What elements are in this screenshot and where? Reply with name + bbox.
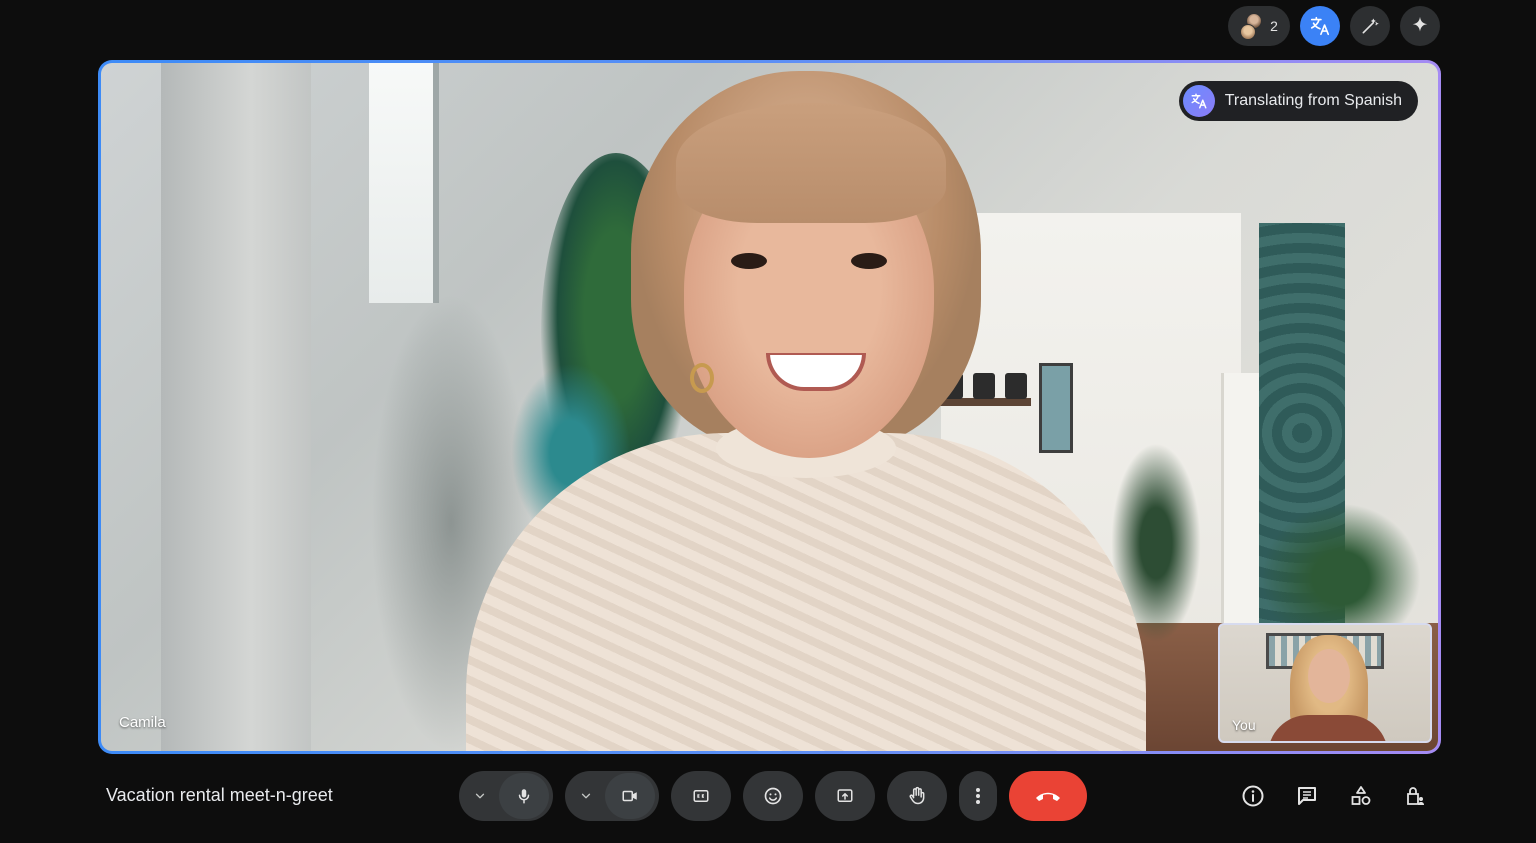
people-button[interactable]: 2 (1228, 6, 1290, 46)
captions-button[interactable] (671, 771, 731, 821)
side-panel-buttons (1238, 778, 1430, 814)
self-view-tile[interactable]: You (1218, 623, 1432, 743)
closed-captions-icon (691, 787, 711, 805)
more-vert-icon (975, 787, 981, 805)
magic-wand-icon (1360, 16, 1380, 36)
effects-button[interactable] (1350, 6, 1390, 46)
chat-icon (1295, 784, 1319, 808)
leave-call-button[interactable] (1009, 771, 1087, 821)
self-view-label: You (1232, 717, 1256, 733)
microphone-icon (515, 786, 533, 806)
speaker-person (466, 63, 1146, 751)
camera-button[interactable] (605, 773, 655, 819)
call-end-icon (1034, 789, 1062, 803)
top-toolbar: 2 (1228, 6, 1440, 46)
translate-button[interactable] (1300, 6, 1340, 46)
activities-button[interactable] (1346, 778, 1376, 814)
translate-icon (1309, 15, 1331, 37)
chat-button[interactable] (1292, 778, 1322, 814)
camera-control (565, 771, 659, 821)
video-camera-icon (619, 787, 641, 805)
raise-hand-button[interactable] (887, 771, 947, 821)
host-controls-button[interactable] (1400, 778, 1430, 814)
emoji-icon (763, 786, 783, 806)
mic-control (459, 771, 553, 821)
hand-icon (907, 785, 927, 807)
reactions-button[interactable] (743, 771, 803, 821)
speaker-name: Camila (119, 714, 166, 731)
present-button[interactable] (815, 771, 875, 821)
shapes-icon (1349, 784, 1373, 808)
chevron-down-icon[interactable] (473, 789, 487, 803)
microphone-button[interactable] (499, 773, 549, 819)
present-screen-icon (835, 787, 855, 805)
more-options-button[interactable] (959, 771, 997, 821)
gemini-button[interactable] (1400, 6, 1440, 46)
meeting-details-button[interactable] (1238, 778, 1268, 814)
meeting-title: Vacation rental meet-n-greet (106, 785, 333, 805)
info-icon (1241, 784, 1265, 808)
lock-person-icon (1403, 784, 1427, 808)
avatar (1240, 24, 1257, 40)
translation-banner-text: Translating from Spanish (1224, 92, 1402, 109)
call-controls (459, 771, 1087, 821)
translation-banner[interactable]: Translating from Spanish (1178, 81, 1418, 121)
translate-icon (1182, 85, 1215, 117)
speaker-video: Translating from Spanish Camila You (101, 63, 1438, 751)
participant-count: 2 (1270, 18, 1278, 34)
chevron-down-icon[interactable] (579, 789, 593, 803)
main-video-tile: Translating from Spanish Camila You (98, 60, 1441, 754)
sparkle-icon (1409, 15, 1431, 37)
participant-avatars (1240, 11, 1264, 41)
